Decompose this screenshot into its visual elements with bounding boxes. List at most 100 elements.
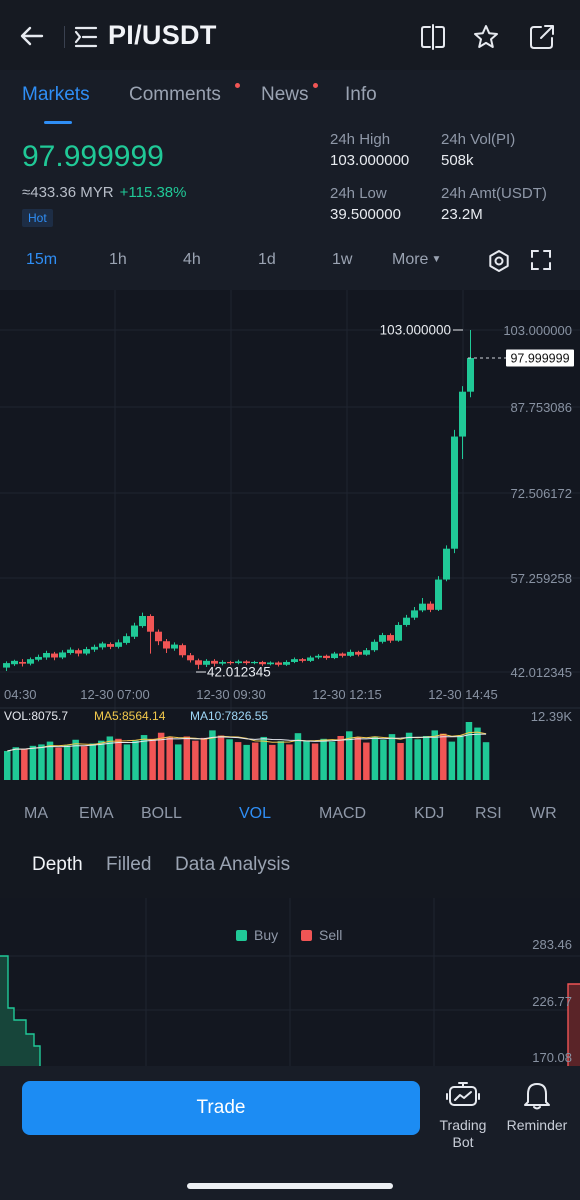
fullscreen-icon[interactable] xyxy=(530,249,552,271)
timeframe-4h[interactable]: 4h xyxy=(183,251,201,269)
min-price-label: 42.012345 xyxy=(207,665,271,680)
share-icon[interactable] xyxy=(528,23,556,51)
indicator-vol[interactable]: VOL xyxy=(239,805,271,823)
trading-bot-icon[interactable] xyxy=(446,1080,480,1110)
x-tick-5: 12-30 14:45 xyxy=(428,687,497,702)
candle-body xyxy=(419,603,426,611)
indicator-wr[interactable]: WR xyxy=(530,805,557,823)
split-view-icon[interactable] xyxy=(419,23,447,51)
depth-y-tick-2: 226.77 xyxy=(532,994,572,1009)
tab-news[interactable]: News xyxy=(261,84,309,106)
timeframe-1d[interactable]: 1d xyxy=(258,251,276,269)
volume-bar xyxy=(98,740,105,780)
tab-data-analysis[interactable]: Data Analysis xyxy=(175,854,290,876)
volume-bar xyxy=(303,740,310,780)
candle-body xyxy=(163,641,170,649)
trading-bot-label-line1: Trading xyxy=(439,1117,487,1133)
volume-bar xyxy=(234,742,242,780)
x-tick-4: 12-30 12:15 xyxy=(312,687,381,702)
chart-settings-icon[interactable] xyxy=(487,249,511,273)
candle-body xyxy=(107,644,114,647)
candle-body xyxy=(291,659,298,662)
home-indicator xyxy=(187,1183,393,1189)
depth-y-tick-1: 283.46 xyxy=(532,937,572,952)
bell-icon[interactable] xyxy=(520,1080,554,1110)
indicator-macd[interactable]: MACD xyxy=(319,805,366,823)
volume-bar xyxy=(251,742,259,780)
candle-body xyxy=(75,650,82,654)
timeframe-15m[interactable]: 15m xyxy=(26,251,57,269)
candle-body xyxy=(83,649,90,654)
trade-button[interactable]: Trade xyxy=(22,1081,420,1135)
candle-body xyxy=(115,642,122,647)
volume-bar xyxy=(277,741,285,780)
list-toggle-icon[interactable] xyxy=(74,26,98,48)
sell-legend-label: Sell xyxy=(319,927,342,943)
candle-body xyxy=(427,603,434,610)
volume-bar xyxy=(431,730,438,780)
candles-group xyxy=(3,330,474,671)
volume-bar xyxy=(380,739,387,780)
back-arrow-icon[interactable] xyxy=(18,22,46,50)
timeframe-1w[interactable]: 1w xyxy=(332,251,352,269)
x-tick-2: 12-30 07:00 xyxy=(80,687,149,702)
y-tick-1: 103.000000 xyxy=(503,323,572,338)
volume-bar xyxy=(371,736,379,780)
tab-comments[interactable]: Comments xyxy=(129,84,221,106)
indicator-ma[interactable]: MA xyxy=(24,805,48,823)
volume-value: 508k xyxy=(441,152,474,169)
candle-body xyxy=(211,660,218,664)
candle-body xyxy=(139,615,146,627)
candle-body xyxy=(123,636,130,643)
depth-chart[interactable]: Buy Sell 283.46 226.77 170.08 xyxy=(0,898,580,1066)
y-tick-2: 87.753086 xyxy=(511,400,572,415)
candle-body xyxy=(283,661,290,665)
chevron-down-icon: ▼ xyxy=(431,254,442,265)
reminder-label[interactable]: Reminder xyxy=(503,1117,571,1133)
volume-bar xyxy=(175,744,182,780)
section-tabs: Markets Comments News Info xyxy=(0,84,580,114)
timeframe-1h[interactable]: 1h xyxy=(109,251,127,269)
high-value: 103.000000 xyxy=(330,152,410,169)
star-icon[interactable] xyxy=(472,23,500,51)
candle-body xyxy=(155,631,162,642)
trading-bot-label[interactable]: Trading Bot xyxy=(433,1117,493,1151)
volume-bar xyxy=(80,746,88,780)
candlestick-chart[interactable]: 103.000000 87.753086 72.506172 57.259258… xyxy=(0,290,580,780)
tab-filled[interactable]: Filled xyxy=(106,854,151,876)
tab-markets[interactable]: Markets xyxy=(22,84,90,106)
candlestick-chart-area[interactable]: 103.000000 87.753086 72.506172 57.259258… xyxy=(0,290,580,780)
candle-body xyxy=(227,661,234,664)
candle-body xyxy=(19,661,26,664)
high-label: 24h High xyxy=(330,131,391,148)
buy-depth-area xyxy=(0,956,40,1066)
volume-bar xyxy=(414,739,421,780)
candle-body xyxy=(219,661,226,664)
candle-body xyxy=(299,659,306,661)
volume-bar xyxy=(217,735,225,780)
volume-bar xyxy=(328,741,336,780)
volume-bar xyxy=(21,749,28,780)
trading-pair-title[interactable]: PI/USDT xyxy=(108,20,217,51)
candle-body xyxy=(99,643,106,648)
price-change: +115.38% xyxy=(119,184,187,201)
volume-bar xyxy=(200,737,208,780)
converted-price: ≈433.36 MYR +115.38% xyxy=(22,184,187,201)
volume-bar xyxy=(183,736,191,780)
volume-bar xyxy=(448,741,456,780)
candle-body xyxy=(435,579,442,610)
candle-body xyxy=(371,641,378,651)
tab-info[interactable]: Info xyxy=(345,84,377,106)
indicator-rsi[interactable]: RSI xyxy=(475,805,502,823)
candle-body xyxy=(91,646,98,650)
last-price-label: 97.999999 xyxy=(510,352,569,366)
indicator-ema[interactable]: EMA xyxy=(79,805,114,823)
timeframe-more[interactable]: More ▼ xyxy=(392,251,441,269)
candle-body xyxy=(355,651,362,655)
indicator-boll[interactable]: BOLL xyxy=(141,805,182,823)
tab-depth[interactable]: Depth xyxy=(32,854,83,876)
volume-bar xyxy=(286,744,293,780)
volume-bar xyxy=(397,743,404,780)
volume-bar xyxy=(474,727,481,780)
indicator-kdj[interactable]: KDJ xyxy=(414,805,444,823)
